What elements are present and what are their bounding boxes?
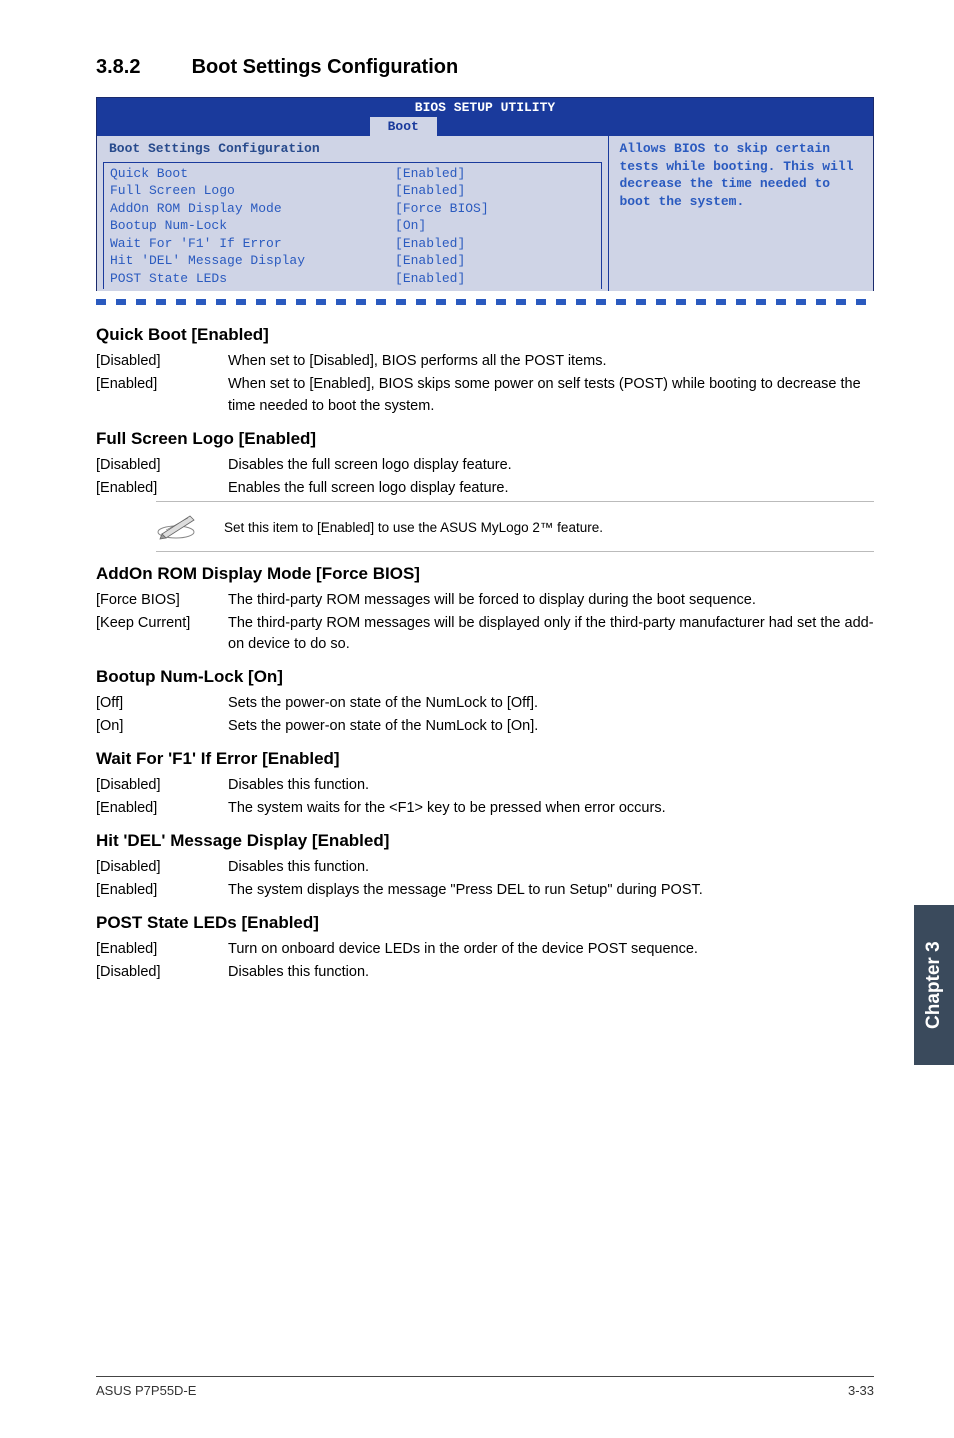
bios-setting-row: Quick Boot[Enabled] [110,165,601,183]
option-row: [Disabled]Disables this function. [96,857,874,878]
option-key: [Disabled] [96,351,228,372]
bios-active-tab: Boot [370,117,437,137]
note-text: Set this item to [Enabled] to use the AS… [224,520,603,535]
option-description: The third-party ROM messages will be for… [228,590,874,611]
option-row: [Enabled]When set to [Enabled], BIOS ski… [96,374,874,416]
option-key: [Enabled] [96,880,228,901]
bios-group-title: Boot Settings Configuration [97,138,608,160]
setting-heading: Hit 'DEL' Message Display [Enabled] [96,831,874,851]
option-row: [Keep Current]The third-party ROM messag… [96,613,874,655]
option-row: [Disabled]When set to [Disabled], BIOS p… [96,351,874,372]
setting-heading: Full Screen Logo [Enabled] [96,429,874,449]
bios-setting-key: AddOn ROM Display Mode [110,200,395,218]
option-description: Disables the full screen logo display fe… [228,455,874,476]
option-key: [Disabled] [96,775,228,796]
bios-setting-key: Hit 'DEL' Message Display [110,252,395,270]
option-description: The system displays the message "Press D… [228,880,874,901]
setting-heading: Wait For 'F1' If Error [Enabled] [96,749,874,769]
option-key: [Disabled] [96,962,228,983]
bios-tab-bar: Boot [97,117,873,137]
option-row: [Enabled]Enables the full screen logo di… [96,478,874,499]
section-heading: 3.8.2 Boot Settings Configuration [96,56,874,79]
option-description: Sets the power-on state of the NumLock t… [228,716,874,737]
option-description: Sets the power-on state of the NumLock t… [228,693,874,714]
option-description: Disables this function. [228,775,874,796]
bios-help-text: Allows BIOS to skip certain tests while … [609,136,873,291]
setting-heading: Quick Boot [Enabled] [96,325,874,345]
bios-setting-key: Bootup Num-Lock [110,217,395,235]
bios-setting-row: Bootup Num-Lock[On] [110,217,601,235]
bios-setting-value: [Enabled] [395,165,465,183]
option-key: [Off] [96,693,228,714]
option-key: [Enabled] [96,939,228,960]
option-key: [Keep Current] [96,613,228,655]
option-row: [On]Sets the power-on state of the NumLo… [96,716,874,737]
setting-heading: AddOn ROM Display Mode [Force BIOS] [96,564,874,584]
option-row: [Enabled]The system displays the message… [96,880,874,901]
bios-setting-key: Full Screen Logo [110,182,395,200]
option-key: [Enabled] [96,798,228,819]
option-description: Disables this function. [228,962,874,983]
chapter-side-tab: Chapter 3 [914,905,954,1065]
option-key: [Force BIOS] [96,590,228,611]
option-key: [Enabled] [96,478,228,499]
bios-title: BIOS SETUP UTILITY [97,98,873,117]
option-row: [Force BIOS]The third-party ROM messages… [96,590,874,611]
option-description: Enables the full screen logo display fea… [228,478,874,499]
bios-setting-key: Quick Boot [110,165,395,183]
setting-heading: POST State LEDs [Enabled] [96,913,874,933]
option-description: When set to [Enabled], BIOS skips some p… [228,374,874,416]
bios-setting-value: [Enabled] [395,182,465,200]
bios-setting-value: [Enabled] [395,252,465,270]
option-key: [Disabled] [96,857,228,878]
option-row: [Disabled]Disables this function. [96,775,874,796]
option-key: [On] [96,716,228,737]
option-row: [Enabled]The system waits for the <F1> k… [96,798,874,819]
bios-setting-row: Full Screen Logo[Enabled] [110,182,601,200]
option-description: The third-party ROM messages will be dis… [228,613,874,655]
bios-cutoff-indicator [96,299,874,305]
bios-setting-value: [Enabled] [395,270,465,288]
option-key: [Disabled] [96,455,228,476]
bios-setting-row: POST State LEDs[Enabled] [110,270,601,288]
option-description: Disables this function. [228,857,874,878]
option-row: [Disabled]Disables the full screen logo … [96,455,874,476]
bios-setting-value: [Enabled] [395,235,465,253]
setting-heading: Bootup Num-Lock [On] [96,667,874,687]
footer-page-number: 3-33 [848,1383,874,1398]
bios-setting-row: AddOn ROM Display Mode[Force BIOS] [110,200,601,218]
bios-setting-row: Wait For 'F1' If Error[Enabled] [110,235,601,253]
page-footer: ASUS P7P55D-E 3-33 [96,1376,874,1398]
option-description: The system waits for the <F1> key to be … [228,798,874,819]
bios-setting-key: Wait For 'F1' If Error [110,235,395,253]
bios-setting-row: Hit 'DEL' Message Display[Enabled] [110,252,601,270]
option-row: [Disabled]Disables this function. [96,962,874,983]
bios-setting-key: POST State LEDs [110,270,395,288]
bios-screenshot: BIOS SETUP UTILITY Boot Boot Settings Co… [96,97,874,291]
bios-settings-list: Quick Boot[Enabled]Full Screen Logo[Enab… [103,162,602,290]
bios-setting-value: [On] [395,217,426,235]
option-row: [Off]Sets the power-on state of the NumL… [96,693,874,714]
footer-product: ASUS P7P55D-E [96,1383,196,1398]
pencil-note-icon [156,510,200,545]
option-key: [Enabled] [96,374,228,416]
section-title-text: Boot Settings Configuration [192,56,459,78]
option-description: When set to [Disabled], BIOS performs al… [228,351,874,372]
option-description: Turn on onboard device LEDs in the order… [228,939,874,960]
bios-setting-value: [Force BIOS] [395,200,489,218]
note-callout: Set this item to [Enabled] to use the AS… [156,510,874,545]
option-row: [Enabled]Turn on onboard device LEDs in … [96,939,874,960]
section-number: 3.8.2 [96,56,186,79]
